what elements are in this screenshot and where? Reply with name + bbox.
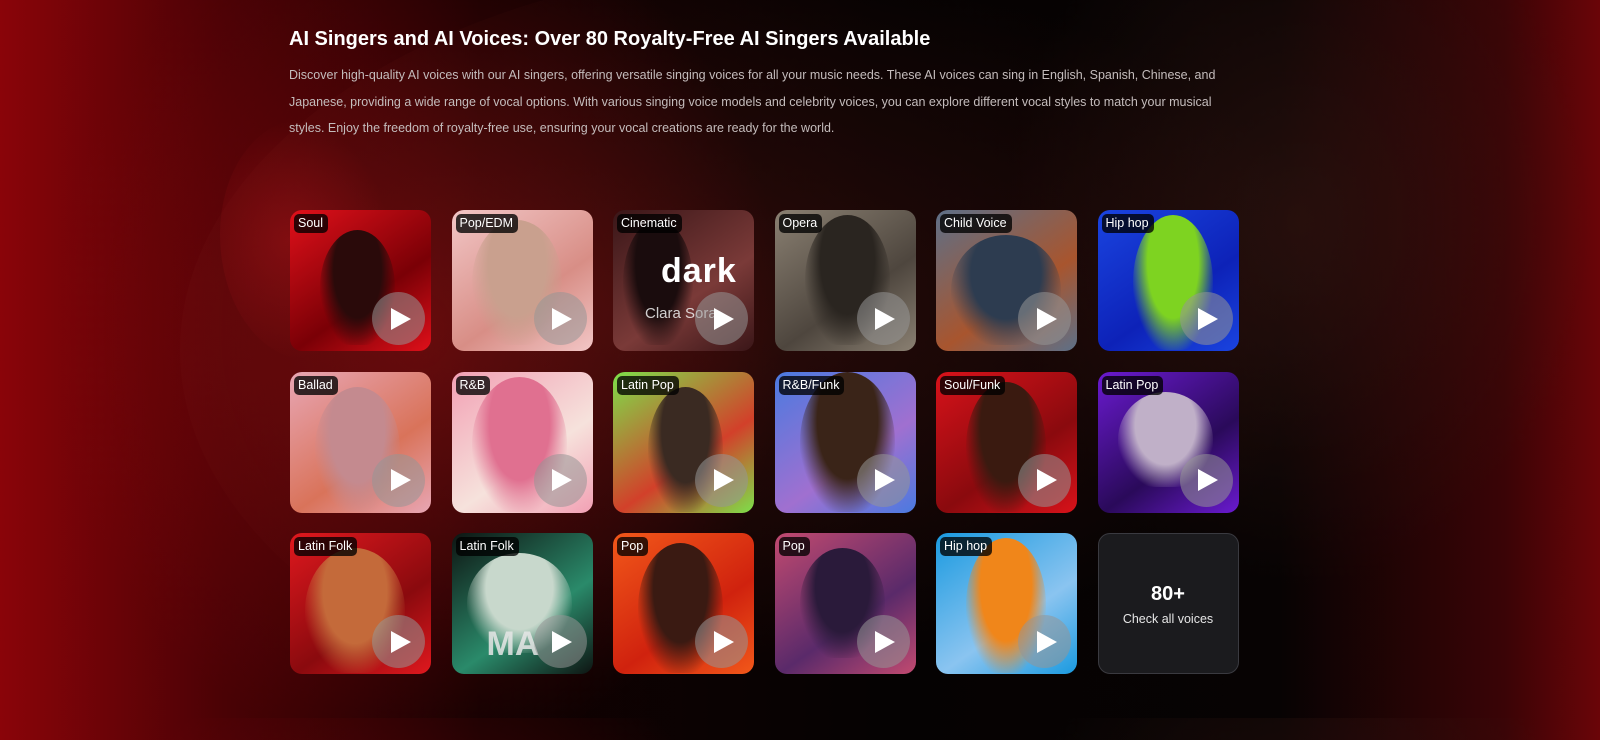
check-all-voices-link[interactable]: Check all voices [1123, 612, 1213, 626]
play-button[interactable] [372, 292, 425, 345]
check-all-voices-card[interactable]: 80+ Check all voices [1097, 533, 1239, 674]
voice-card[interactable]: Opera [774, 210, 916, 351]
play-icon [871, 307, 895, 330]
play-button[interactable] [1018, 615, 1071, 668]
play-icon [548, 469, 572, 491]
play-icon [710, 469, 734, 491]
play-button[interactable] [1018, 292, 1071, 345]
voice-card[interactable]: MA Latin Folk [451, 533, 593, 674]
voice-card[interactable]: Latin Pop [613, 371, 754, 513]
play-button[interactable] [1018, 453, 1071, 507]
voice-card[interactable]: Pop [613, 533, 754, 674]
play-icon [710, 630, 734, 653]
voice-genre-tag: Pop/EDM [455, 214, 518, 233]
voice-card[interactable]: Child Voice [936, 210, 1077, 351]
voice-genre-tag: Latin Folk [455, 537, 519, 556]
play-button[interactable] [695, 453, 748, 507]
cover-title-text: dark [661, 252, 737, 290]
play-button[interactable] [533, 615, 587, 668]
play-icon [548, 630, 572, 653]
voice-genre-tag: Pop [778, 537, 810, 556]
play-button[interactable] [695, 615, 748, 668]
voice-card[interactable]: R&B [451, 371, 593, 513]
section-title: AI Singers and AI Voices: Over 80 Royalt… [289, 28, 931, 50]
voice-genre-tag: Opera [778, 214, 823, 233]
voice-card[interactable]: dark Clara Sora Cinematic [613, 210, 754, 351]
voice-card[interactable]: Pop [774, 533, 916, 674]
play-button[interactable] [533, 453, 587, 507]
voice-count: 80+ [1151, 582, 1185, 605]
play-icon [387, 307, 411, 330]
voice-card[interactable]: Latin Pop [1097, 371, 1239, 513]
play-button[interactable] [372, 453, 425, 507]
voice-genre-tag: Latin Pop [617, 375, 679, 395]
voice-genre-tag: Soul [294, 214, 329, 233]
play-button[interactable] [372, 615, 425, 668]
play-icon [1033, 307, 1057, 330]
play-button[interactable] [533, 292, 587, 345]
voice-card[interactable]: Hip hop [1097, 210, 1239, 351]
voice-genre-tag: Child Voice [940, 214, 1012, 233]
voice-grid: Soul Pop/EDM dark Clara Sora Cinematic Opera C… [290, 210, 1239, 674]
voice-card[interactable]: Soul/Funk [936, 371, 1077, 513]
voice-genre-tag: Ballad [294, 375, 338, 395]
voice-genre-tag: Hip hop [940, 537, 993, 556]
voice-card[interactable]: Pop/EDM [451, 210, 593, 351]
voice-genre-tag: R&B/Funk [778, 375, 845, 395]
play-button[interactable] [856, 292, 910, 345]
play-icon [548, 307, 572, 330]
play-button[interactable] [856, 453, 910, 507]
play-icon [387, 630, 411, 653]
play-icon [1033, 469, 1057, 491]
play-icon [710, 307, 734, 330]
play-icon [1033, 630, 1057, 653]
voice-genre-tag: Latin Pop [1101, 375, 1164, 395]
play-icon [871, 469, 895, 491]
voice-genre-tag: Hip hop [1101, 214, 1154, 233]
play-icon [1194, 469, 1218, 491]
voice-card[interactable]: Ballad [290, 371, 431, 513]
voice-genre-tag: Latin Folk [294, 537, 358, 556]
voice-card[interactable]: Latin Folk [290, 533, 431, 674]
play-button[interactable] [695, 292, 748, 345]
voice-genre-tag: Cinematic [617, 214, 682, 233]
section-description: Discover high-quality AI voices with our… [289, 68, 1216, 135]
voice-genre-tag: Soul/Funk [940, 375, 1006, 395]
play-button[interactable] [1179, 453, 1233, 507]
play-button[interactable] [856, 615, 910, 668]
voice-genre-tag: R&B [455, 375, 491, 395]
play-button[interactable] [1179, 292, 1233, 345]
voice-genre-tag: Pop [617, 537, 649, 556]
voice-card[interactable]: R&B/Funk [774, 371, 916, 513]
voice-card[interactable]: Soul [290, 210, 431, 351]
voice-card[interactable]: Hip hop [936, 533, 1077, 674]
play-icon [387, 469, 411, 491]
play-icon [871, 630, 895, 653]
play-icon [1194, 307, 1218, 330]
voices-section-header: AI Singers and AI Voices: Over 80 Royalt… [289, 24, 1249, 142]
